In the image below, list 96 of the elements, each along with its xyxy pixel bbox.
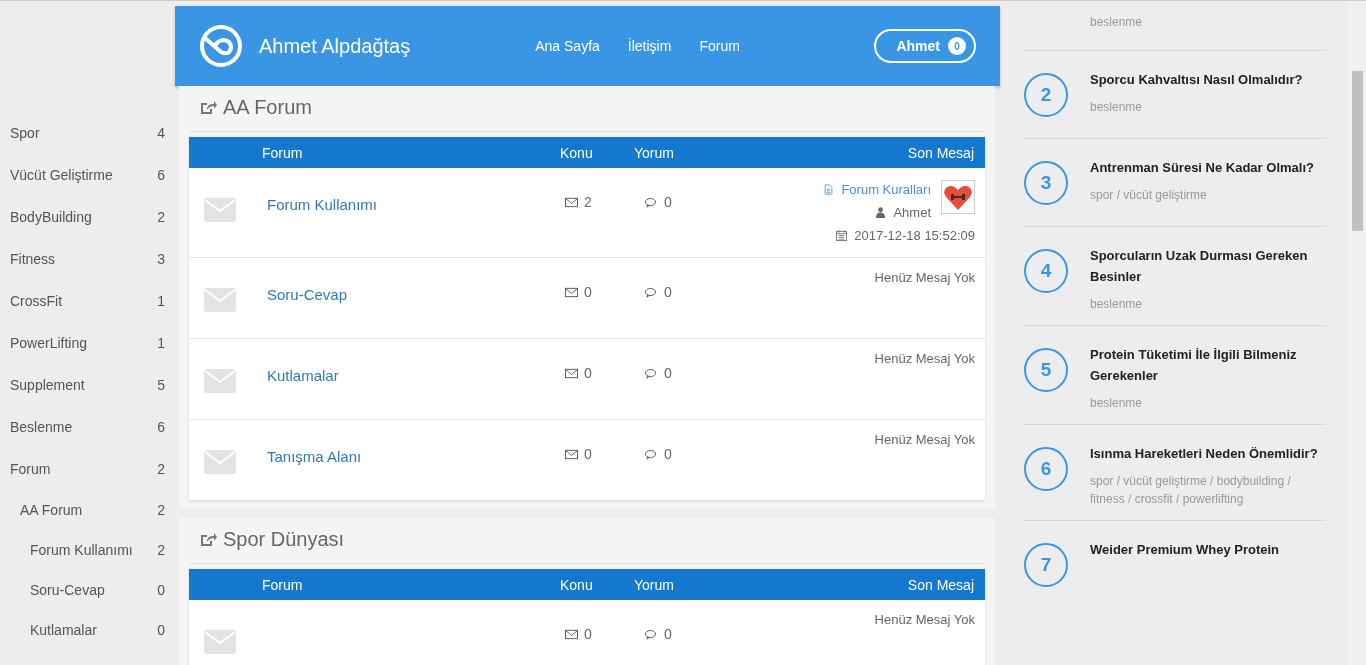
category-link[interactable]: BodyBuilding xyxy=(10,209,92,225)
envelope-icon xyxy=(204,198,236,222)
comment-count: 0 xyxy=(664,194,672,210)
article-category: beslenme xyxy=(1090,296,1144,313)
comments-icon xyxy=(645,448,658,460)
column-header: Forum xyxy=(262,576,304,593)
document-icon xyxy=(822,184,836,195)
article-link[interactable]: Sporcu Kahvaltısı Nasıl Olmalıdır? xyxy=(1090,69,1303,90)
subforum-title-link[interactable]: Forum Kullanımı xyxy=(267,196,378,213)
category-count: 2 xyxy=(157,502,165,518)
article-link[interactable]: Weider Premium Whey Protein xyxy=(1090,539,1280,560)
column-header: Forum xyxy=(262,144,304,161)
comments-icon xyxy=(645,367,658,379)
logo-icon xyxy=(199,24,243,68)
category-link[interactable]: Kutlamalar xyxy=(30,622,97,638)
category-link[interactable]: Forum xyxy=(10,461,51,477)
subforum-title-link[interactable]: Soru-Cevap xyxy=(267,286,348,303)
article-link[interactable]: Antrenman Süresi Ne Kadar Olmalı? xyxy=(1090,157,1314,178)
category-count: 5 xyxy=(157,377,165,393)
column-header: Yorum xyxy=(634,576,675,593)
article-link[interactable]: Isınma Hareketleri Neden Önemlidir? xyxy=(1090,443,1322,464)
no-message-text: Henüz Mesaj Yok xyxy=(874,270,975,285)
comment-count: 0 xyxy=(664,446,672,462)
category-link[interactable]: PowerLifting xyxy=(10,335,88,351)
column-header: Konu xyxy=(560,144,594,161)
column-header: Yorum xyxy=(634,144,675,161)
rank-badge: 2 xyxy=(1024,73,1068,117)
topic-count: 0 xyxy=(584,626,592,642)
topic-count: 2 xyxy=(584,194,592,210)
calendar-icon xyxy=(835,230,849,241)
rank-badge: 6 xyxy=(1024,447,1068,491)
mail-icon xyxy=(565,196,578,208)
category-count: 1 xyxy=(157,335,165,351)
category-link[interactable]: CrossFit xyxy=(10,293,63,309)
topic-count: 0 xyxy=(584,365,592,381)
category-count: 2 xyxy=(157,461,165,477)
category-link[interactable]: AA Forum xyxy=(20,502,83,518)
post-date: 2017-12-18 15:52:09 xyxy=(854,228,975,243)
rank-badge: 4 xyxy=(1024,249,1068,293)
article-category: beslenme xyxy=(1090,99,1144,116)
category-link[interactable]: Spor xyxy=(10,125,40,141)
comment-count: 0 xyxy=(664,626,672,642)
article-category: spor / vücüt geliştirme / bodybuilding / fitness / crossfit / powerlifting xyxy=(1090,473,1292,508)
topic-link[interactable]: Forum Kuralları xyxy=(841,182,931,197)
category-count: 0 xyxy=(157,622,165,638)
topic-count: 0 xyxy=(584,446,592,462)
comments-icon xyxy=(645,196,658,208)
section-title: AA Forum xyxy=(223,96,312,119)
no-message-text: Henüz Mesaj Yok xyxy=(874,351,975,366)
column-header: Son Mesaj xyxy=(907,576,975,593)
category-count: 6 xyxy=(157,419,165,435)
category-count: 6 xyxy=(157,167,165,183)
category-link[interactable]: Beslenme xyxy=(10,419,73,435)
envelope-icon xyxy=(204,450,236,474)
envelope-icon xyxy=(204,630,236,654)
mail-icon xyxy=(565,367,578,379)
no-message-text: Henüz Mesaj Yok xyxy=(874,432,975,447)
article-category: spor / vücüt geliştirme xyxy=(1090,187,1208,204)
user-icon xyxy=(874,207,888,218)
author-name: Ahmet xyxy=(893,205,931,220)
mail-icon xyxy=(565,286,578,298)
article-category: beslenme xyxy=(1090,395,1144,412)
category-count: 2 xyxy=(157,209,165,225)
category-count: 1 xyxy=(157,293,165,309)
category-link[interactable]: Fitness xyxy=(10,251,56,267)
category-count: 4 xyxy=(157,125,165,141)
category-count: 3 xyxy=(157,251,165,267)
topic-count: 0 xyxy=(584,284,592,300)
comments-icon xyxy=(645,286,658,298)
comment-count: 0 xyxy=(664,365,672,381)
rank-badge: 3 xyxy=(1024,161,1068,205)
subforum-title-link[interactable]: Tanışma Alanı xyxy=(267,448,362,465)
no-message-text: Henüz Mesaj Yok xyxy=(874,612,975,627)
article-link[interactable]: Protein Tüketimi İle İlgili Bilmeniz Gerekenler xyxy=(1090,344,1322,386)
rank-badge: 5 xyxy=(1024,348,1068,392)
envelope-icon xyxy=(204,288,236,312)
mail-icon xyxy=(565,628,578,640)
category-link[interactable]: Supplement xyxy=(10,377,85,393)
category-count: 2 xyxy=(157,542,165,558)
category-count: 0 xyxy=(157,582,165,598)
category-link[interactable]: Vücüt Geliştirme xyxy=(10,167,113,183)
column-header: Konu xyxy=(560,576,594,593)
category-link[interactable]: Forum Kullanımı xyxy=(30,542,133,558)
notification-badge: 0 xyxy=(948,37,966,55)
article-link[interactable]: Sporcuların Uzak Durması Gereken Besinler xyxy=(1090,245,1322,287)
mail-icon xyxy=(565,448,578,460)
comment-count: 0 xyxy=(664,284,672,300)
heart-dumbbell-icon xyxy=(941,180,975,214)
envelope-icon xyxy=(204,369,236,393)
comments-icon xyxy=(645,628,658,640)
category-link[interactable]: Soru-Cevap xyxy=(30,582,105,598)
article-category: beslenme xyxy=(1090,14,1143,31)
subforum-title-link[interactable]: Kutlamalar xyxy=(267,367,339,384)
column-header: Son Mesaj xyxy=(907,144,975,161)
rank-badge: 7 xyxy=(1024,543,1068,587)
section-title: Spor Dünyası xyxy=(223,528,345,551)
